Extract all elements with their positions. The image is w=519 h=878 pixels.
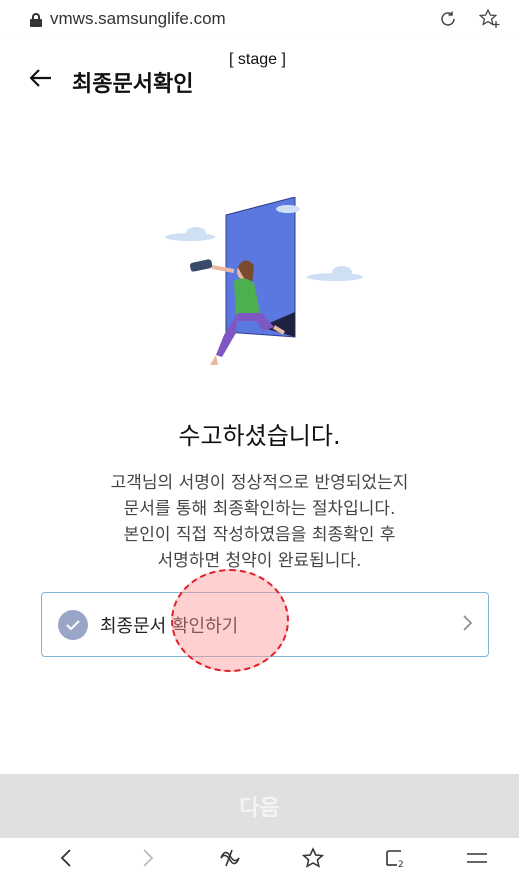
forward-icon[interactable] [134,844,162,872]
confirm-document-button[interactable]: 최종문서 확인하기 [41,592,489,657]
app-header: 최종문서확인 [ stage ] [0,38,519,112]
next-button-label: 다음 [239,796,280,821]
confirm-button-label: 최종문서 확인하기 [100,615,239,637]
browser-bottom-nav: 2 [0,838,519,878]
description-line: 본인이 직접 작성하였음을 최종확인 후 [123,525,396,545]
bookmark-add-icon[interactable] [479,9,501,29]
tabs-icon[interactable]: 2 [381,844,409,872]
telescope-illustration [160,196,370,387]
description-line: 고객님의 서명이 정상적으로 반영되었는지 [110,473,409,493]
svg-text:2: 2 [398,860,404,869]
url-text[interactable]: vmws.samsunglife.com [50,9,226,29]
chevron-right-icon [462,614,473,635]
page-title: 최종문서확인 [72,72,194,97]
bookmark-icon[interactable] [299,844,327,872]
browser-url-bar[interactable]: vmws.samsunglife.com [0,0,519,38]
main-title: 수고하셨습니다. [178,422,341,450]
description: 고객님의 서명이 정상적으로 반영되었는지 문서를 통해 최종확인하는 절차입니… [0,470,519,574]
check-icon [58,609,88,640]
back-arrow-icon[interactable] [29,69,52,91]
description-line: 서명하면 청약이 완료됩니다. [157,551,362,571]
refresh-icon[interactable] [439,10,457,28]
description-line: 문서를 통해 최종확인하는 절차입니다. [123,499,396,519]
menu-icon[interactable] [463,844,491,872]
stage-label: [ stage ] [229,51,286,68]
main-content: 수고하셨습니다. 고객님의 서명이 정상적으로 반영되었는지 문서를 통해 최종… [0,112,519,774]
back-icon[interactable] [52,844,80,872]
next-button[interactable]: 다음 [0,774,519,838]
lock-icon [30,12,42,27]
bixby-icon[interactable] [216,844,244,872]
